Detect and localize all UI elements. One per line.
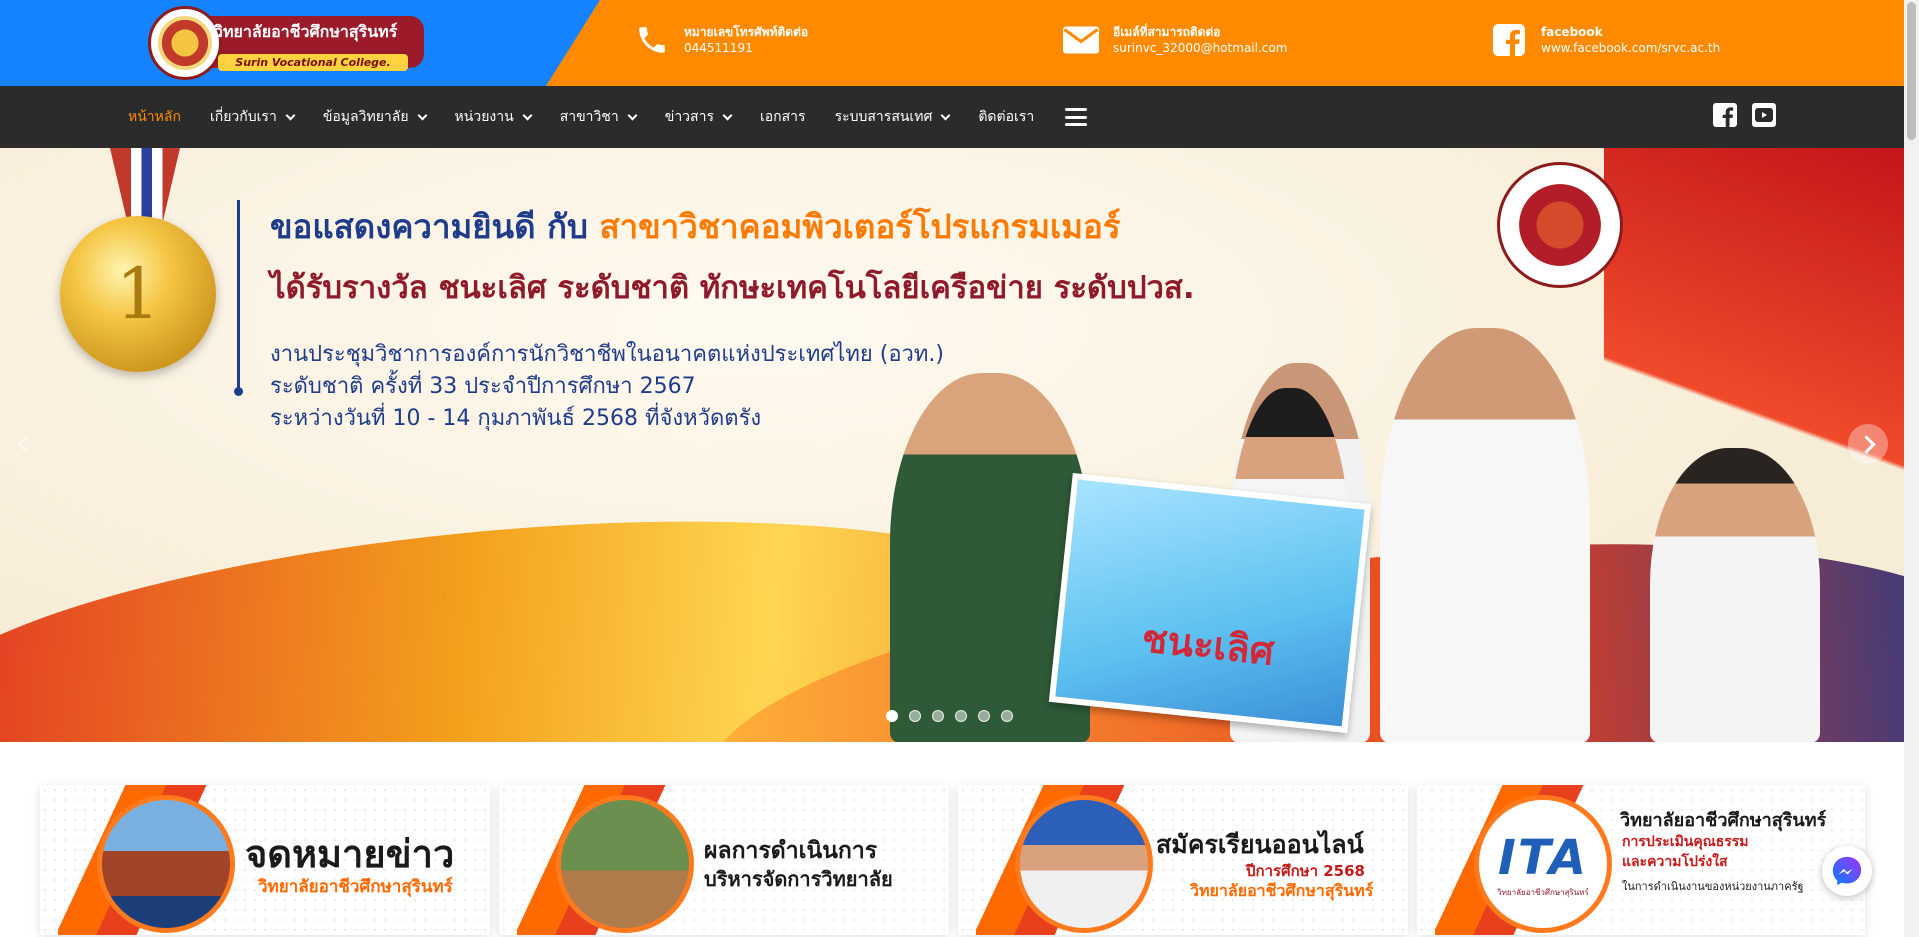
- medal-number: 1: [115, 253, 161, 335]
- nav-item-college-info[interactable]: ข้อมูลวิทยาลัย: [322, 106, 427, 128]
- banner-info-line: ระดับชาติ ครั้งที่ 33 ประจำปีการศึกษา 25…: [270, 374, 696, 399]
- card-performance[interactable]: ผลการดำเนินการ บริหารจัดการวิทยาลัย: [499, 785, 949, 935]
- nav-item-contact[interactable]: ติดต่อเรา: [978, 106, 1034, 128]
- nav-item-news[interactable]: ข่าวสาร: [664, 106, 733, 128]
- nav-label: ข้อมูลวิทยาลัย: [322, 109, 409, 125]
- headline-highlight: สาขาวิชาคอมพิวเตอร์โปรแกรมเมอร์: [599, 207, 1121, 246]
- slider-dot[interactable]: [1001, 710, 1013, 722]
- contact-facebook[interactable]: facebook www.facebook.com/srvc.ac.th: [1491, 22, 1720, 58]
- card-subtitle: วิทยาลัยอาชีวศึกษาสุรินทร์: [1190, 881, 1374, 900]
- college-seal-icon: [148, 6, 222, 80]
- top-header: วิทยาลัยอาชีวศึกษาสุรินทร์ Surin Vocatio…: [0, 0, 1904, 86]
- contact-email[interactable]: อีเมล์ที่สามารถติดต่อ surinvc_32000@hotm…: [1063, 22, 1287, 58]
- college-name-en: Surin Vocational College.: [218, 54, 408, 71]
- menu-button[interactable]: [1063, 108, 1088, 126]
- card-photo: [97, 795, 235, 933]
- nav-label: เอกสาร: [759, 109, 806, 125]
- facebook-square-icon[interactable]: [1713, 103, 1737, 127]
- card-newsletter[interactable]: จดหมายข่าว วิทยาลัยอาชีวศึกษาสุรินทร์: [40, 785, 490, 935]
- card-subtitle: วิทยาลัยอาชีวศึกษาสุรินทร์: [258, 877, 453, 897]
- email-icon: [1063, 22, 1099, 58]
- quick-links: จดหมายข่าว วิทยาลัยอาชีวศึกษาสุรินทร์ ผล…: [0, 742, 1904, 937]
- card-subtitle: บริหารจัดการวิทยาลัย: [704, 867, 893, 891]
- contact-email-value: surinvc_32000@hotmail.com: [1113, 40, 1288, 55]
- photo-person: [1650, 448, 1820, 742]
- card-subtitle: การประเมินคุณธรรม: [1622, 834, 1749, 850]
- slider-dot[interactable]: [932, 710, 944, 722]
- banner-headline: ขอแสดงความยินดี กับ สาขาวิชาคอมพิวเตอร์โ…: [270, 200, 1121, 253]
- contact-phone-value: 044511191: [684, 40, 753, 55]
- card-photo: [556, 795, 694, 933]
- messenger-icon: [1832, 856, 1862, 886]
- nav-label: ข่าวสาร: [664, 109, 714, 125]
- ita-caption: วิทยาลัยอาชีวศึกษาสุรินทร์: [1497, 887, 1589, 897]
- slider-dot[interactable]: [978, 710, 990, 722]
- nav-label: ระบบสารสนเทศ: [834, 109, 933, 125]
- nav-item-majors[interactable]: สาขาวิชา: [559, 106, 638, 128]
- ita-badge: ITA: [1497, 829, 1589, 886]
- slider-dot[interactable]: [886, 710, 898, 722]
- chevron-down-icon: [940, 110, 951, 120]
- main-nav: หน้าหลัก เกี่ยวกับเรา ข้อมูลวิทยาลัย หน่…: [0, 86, 1904, 148]
- decor-line: [234, 200, 243, 396]
- slider-prev-button[interactable]: [6, 424, 46, 464]
- contact-facebook-value: www.facebook.com/srvc.ac.th: [1541, 40, 1721, 55]
- nav-label: หน่วยงาน: [454, 109, 514, 125]
- nav-label: หน้าหลัก: [128, 109, 181, 125]
- slider-dots: [886, 710, 1013, 722]
- banner-info-line: งานประชุมวิชาการองค์การนักวิชาชีพในอนาคต…: [270, 342, 944, 367]
- chevron-down-icon: [285, 110, 296, 120]
- slider-dot[interactable]: [909, 710, 921, 722]
- youtube-icon[interactable]: [1752, 103, 1776, 127]
- nav-label: ติดต่อเรา: [978, 109, 1035, 125]
- chevron-down-icon: [522, 110, 533, 120]
- phone-icon: [634, 22, 670, 58]
- nav-item-about[interactable]: เกี่ยวกับเรา: [209, 106, 296, 128]
- gold-medal-icon: 1: [60, 216, 216, 372]
- card-caption: ในการดำเนินงานของหน่วยงานภาครัฐ: [1622, 880, 1804, 893]
- photo-person: [1380, 328, 1590, 742]
- card-online-enrollment[interactable]: สมัครเรียนออนไลน์ ปีการศึกษา 2568 วิทยาล…: [958, 785, 1408, 935]
- hamburger-icon: [1065, 108, 1088, 126]
- hero-slider[interactable]: 1 ขอแสดงความยินดี กับ สาขาวิชาคอมพิวเตอร…: [0, 148, 1904, 742]
- banner-subheadline: ได้รับรางวัล ชนะเลิศ ระดับชาติ ทักษะเทคโ…: [270, 270, 1195, 306]
- banner-info-line: ระหว่างวันที่ 10 - 14 กุมภาพันธ์ 2568 ที…: [270, 406, 762, 431]
- card-ita[interactable]: ITA วิทยาลัยอาชีวศึกษาสุรินทร์ วิทยาลัยอ…: [1417, 785, 1865, 935]
- chevron-down-icon: [417, 110, 427, 120]
- college-name: วิทยาลัยอาชีวศึกษาสุรินทร์: [214, 22, 398, 41]
- headline-prefix: ขอแสดงความยินดี กับ: [270, 207, 600, 246]
- scrollbar-thumb[interactable]: [1907, 2, 1916, 140]
- nav-label: สาขาวิชา: [559, 109, 619, 125]
- contact-phone[interactable]: หมายเลขโทรศัพท์ติดต่อ 044511191: [634, 22, 808, 58]
- slider-dot[interactable]: [955, 710, 967, 722]
- slider-next-button[interactable]: [1848, 424, 1888, 464]
- card-photo: [1015, 795, 1153, 933]
- messenger-chat-button[interactable]: [1822, 846, 1872, 896]
- award-certificate: ชนะเลิศ: [1048, 472, 1372, 734]
- award-text: ชนะเลิศ: [1139, 616, 1277, 674]
- nav-item-documents[interactable]: เอกสาร: [760, 106, 806, 128]
- ita-logo: ITA วิทยาลัยอาชีวศึกษาสุรินทร์: [1474, 795, 1612, 933]
- college-emblem-icon: [1497, 162, 1623, 288]
- facebook-icon: [1491, 22, 1527, 58]
- card-subtitle: และความโปร่งใส: [1622, 854, 1728, 870]
- page: วิทยาลัยอาชีวศึกษาสุรินทร์ Surin Vocatio…: [0, 0, 1919, 937]
- college-logo[interactable]: วิทยาลัยอาชีวศึกษาสุรินทร์ Surin Vocatio…: [148, 6, 424, 80]
- contact-facebook-title: facebook: [1541, 24, 1603, 39]
- contact-email-title: อีเมล์ที่สามารถติดต่อ: [1113, 24, 1221, 39]
- chevron-down-icon: [722, 110, 733, 120]
- nav-item-info-systems[interactable]: ระบบสารสนเทศ: [834, 106, 951, 128]
- nav-item-home[interactable]: หน้าหลัก: [128, 106, 181, 128]
- chevron-down-icon: [627, 110, 638, 120]
- nav-label: เกี่ยวกับเรา: [209, 109, 277, 125]
- nav-item-departments[interactable]: หน่วยงาน: [454, 106, 533, 128]
- page-scrollbar[interactable]: [1904, 0, 1919, 937]
- contact-phone-title: หมายเลขโทรศัพท์ติดต่อ: [684, 24, 809, 39]
- card-title: วิทยาลัยอาชีวศึกษาสุรินทร์: [1620, 810, 1827, 831]
